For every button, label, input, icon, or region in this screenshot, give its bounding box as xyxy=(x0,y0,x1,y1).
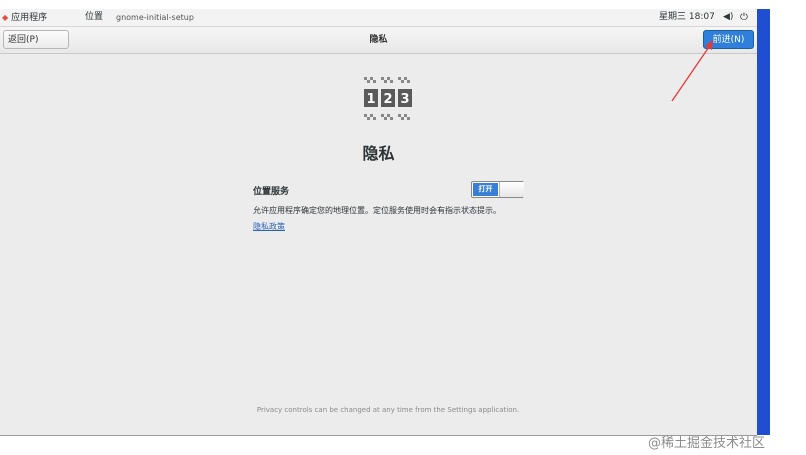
watermark: @稀土掘金技术社区 xyxy=(648,436,766,451)
annotation-arrow xyxy=(671,40,713,102)
